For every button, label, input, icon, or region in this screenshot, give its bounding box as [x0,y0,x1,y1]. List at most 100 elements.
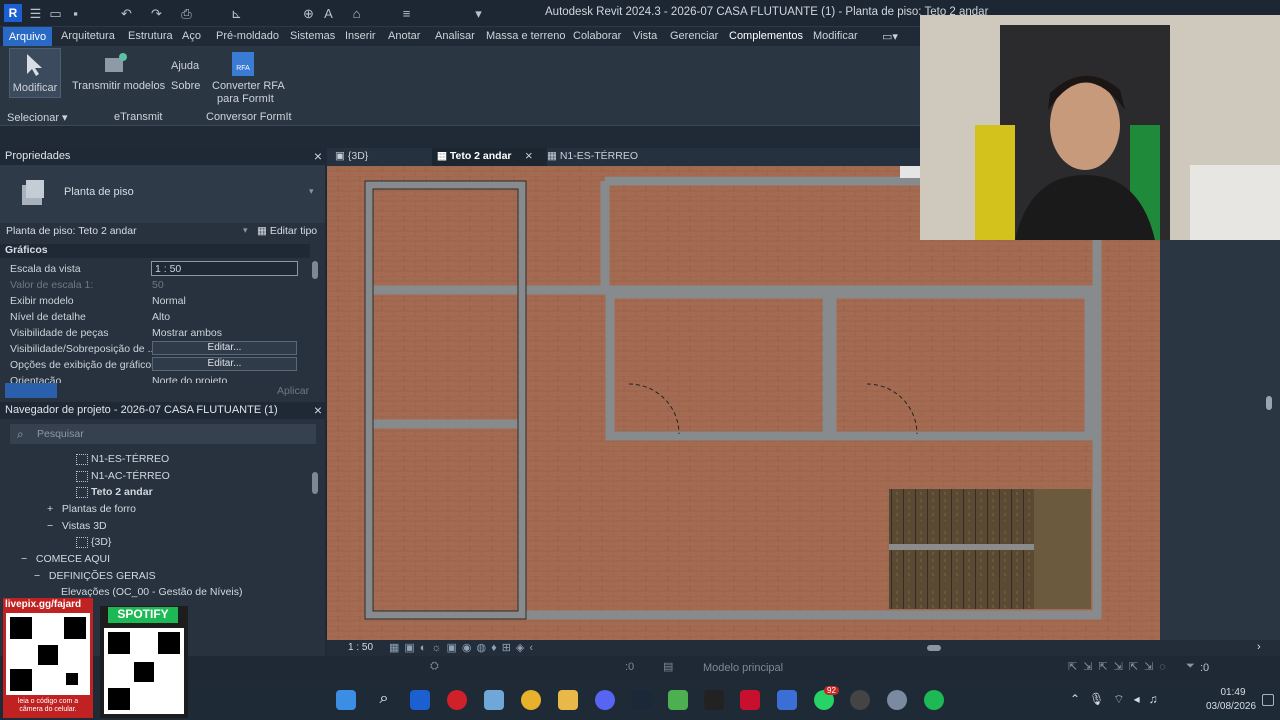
print-icon[interactable]: ⎙ [178,5,195,22]
tree-item[interactable]: − Vistas 3D [47,520,107,532]
graphics-section[interactable]: Gráficos [0,244,310,258]
revit-logo-icon[interactable]: R [4,4,22,22]
tab-estrutura[interactable]: Estrutura [128,30,173,42]
selection-filter-icons[interactable]: ⇱⇲⇱⇲⇱⇲◌ [1068,660,1172,673]
notification-icon[interactable] [1262,694,1274,706]
edit-type-button[interactable]: ▦ Editar tipo [257,225,317,237]
tree-item[interactable]: + Plantas de forro [47,503,136,515]
file-menu-button[interactable]: Arquivo [3,27,52,46]
type-selector[interactable]: Planta de piso ▾ [0,165,325,223]
discord-icon[interactable] [595,690,615,710]
tab-teto-2-andar[interactable]: ▦ Teto 2 andar [437,150,512,162]
save-icon[interactable]: ▪ [67,5,84,22]
tab-3d[interactable]: ▣ {3D} [335,150,368,162]
tab-colaborar[interactable]: Colaborar [573,30,621,42]
customize-icon[interactable]: ▾ [470,5,487,22]
tab-vista[interactable]: Vista [633,30,657,42]
tab-n1-es-terreo[interactable]: ▦ N1-ES-TÉRREO [547,150,638,162]
close-tab-icon[interactable]: × [525,148,533,163]
about-button[interactable]: Sobre [171,80,200,92]
view-scale[interactable]: 1 : 50 [348,642,373,653]
chevron-down-icon: ▾ [309,186,314,196]
app-icon[interactable] [484,690,504,710]
tree-item[interactable]: {3D} [76,536,111,548]
scrollbar[interactable] [312,261,318,279]
tab-modificar[interactable]: Modificar [813,30,858,42]
design-option[interactable]: Modelo principal [703,662,783,674]
tree-item[interactable]: − COMECE AQUI [21,553,110,565]
app-icon[interactable] [777,690,797,710]
transmit-models-button[interactable]: Transmitir modelos [72,80,165,92]
tray-icons[interactable]: ⌃🎙︎⌔◂♫ [1070,692,1167,707]
app-icon[interactable] [850,690,870,710]
edit-graphics-button[interactable]: Editar... [152,357,297,371]
sort-icons[interactable] [5,383,57,398]
measure-icon[interactable]: ⊾ [228,5,245,22]
scrollbar[interactable] [312,472,318,494]
tab-pre-moldado[interactable]: Pré-moldado [216,30,279,42]
help-button[interactable]: Ajuda [171,60,199,72]
view-control-icons[interactable]: ▦▣◐☼▣◉◍♦⊞◈‹ [389,641,538,654]
tab-arquitetura[interactable]: Arquitetura [61,30,115,42]
chrome-icon[interactable] [521,690,541,710]
tab-inserir[interactable]: Inserir [345,30,376,42]
clock-date[interactable]: 03/08/2026 [1206,701,1256,712]
close-icon[interactable]: × [314,148,322,164]
steam-icon[interactable] [632,690,652,710]
clock-time[interactable]: 01:49 [1218,687,1248,698]
tab-aco[interactable]: Aço [182,30,201,42]
epic-games-icon[interactable] [704,690,724,710]
filter-icon[interactable]: ⏷ [1186,660,1195,673]
workset-icon[interactable]: ⛭ [430,660,439,673]
formit-panel-label: Conversor FormIt [206,111,292,123]
autocad-icon[interactable] [740,690,760,710]
tree-item[interactable]: N1-ES-TÉRREO [76,453,169,465]
prop-row[interactable]: Orientação Norte do projeto [0,373,310,383]
tree-item[interactable]: Elevações (OC_00 - Gestão de Níveis) [61,586,243,598]
prop-row[interactable]: Exibir modelo Normal [0,293,310,309]
convert-rfa-button[interactable]: Converter RFA [212,80,285,92]
redo-icon[interactable]: ↷ [148,5,165,22]
apply-button[interactable]: Aplicar [277,385,309,397]
prop-row: Visibilidade/Sobreposição de ... Editar..… [0,341,310,357]
search-input[interactable]: ⌕ Pesquisar [10,424,316,444]
tab-complementos[interactable]: Complementos [729,30,803,42]
windows-start-icon[interactable] [336,690,356,710]
undo-icon[interactable]: ↶ [118,5,135,22]
search-icon[interactable]: ⌕ [374,690,394,710]
prop-row[interactable]: Visibilidade de peças Mostrar ambos [0,325,310,341]
scrollbar[interactable] [1266,396,1272,410]
tab-analisar[interactable]: Analisar [435,30,475,42]
ribbon-toggle-icon[interactable]: ▭▾ [882,30,898,43]
spotify-icon[interactable] [924,690,944,710]
tab-sistemas[interactable]: Sistemas [290,30,335,42]
type-name: Planta de piso [64,186,134,198]
tree-item[interactable]: − DEFINIÇÕES GERAIS [34,570,156,582]
app-icon[interactable] [887,690,907,710]
tree-item[interactable]: N1-AC-TÉRREO [76,470,170,482]
qr-code-icon [104,628,184,714]
app-icon[interactable] [668,690,688,710]
select-dropdown[interactable]: Selecionar ▾ [7,111,68,124]
horizontal-scrollbar[interactable] [927,645,941,651]
open-icon[interactable]: ▭ [47,5,64,22]
scroll-right-icon[interactable]: › [1257,641,1261,653]
close-icon[interactable]: × [314,402,322,418]
tab-anotar[interactable]: Anotar [388,30,420,42]
prop-row[interactable]: Nível de detalhe Alto [0,309,310,325]
tab-gerenciar[interactable]: Gerenciar [670,30,718,42]
thin-lines-icon[interactable]: ≡ [398,5,415,22]
opera-icon[interactable] [447,690,467,710]
edit-visibility-button[interactable]: Editar... [152,341,297,355]
revit-taskbar-icon[interactable] [410,690,430,710]
tab-massa-terreno[interactable]: Massa e terreno [486,30,565,42]
home-icon[interactable]: ☰ [27,5,44,22]
tree-item-active[interactable]: Teto 2 andar [76,486,153,498]
text-icon[interactable]: A [320,5,337,22]
3d-house-icon[interactable]: ⌂ [348,5,365,22]
dimension-icon[interactable]: ⊕ [300,5,317,22]
search-icon: ⌕ [17,427,24,441]
instance-selector[interactable]: Planta de piso: Teto 2 andar [6,225,137,237]
modify-button[interactable]: Modificar [9,48,61,98]
folder-icon[interactable] [558,690,578,710]
